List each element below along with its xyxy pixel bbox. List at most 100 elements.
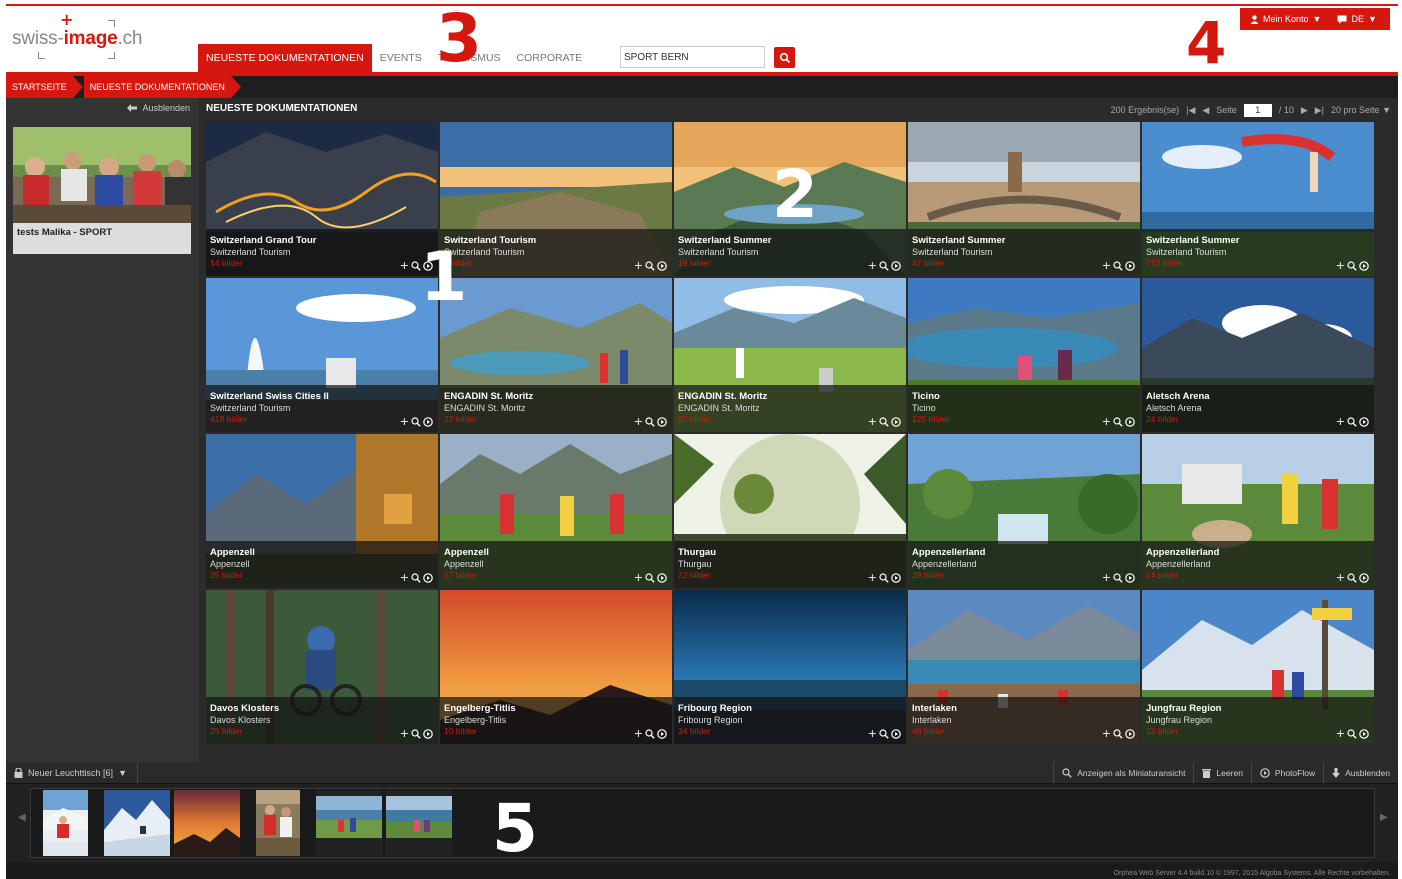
play-icon[interactable] bbox=[1359, 572, 1369, 583]
photoflow-button[interactable]: PhotoFlow bbox=[1250, 762, 1323, 784]
doc-tile[interactable]: Appenzellerland Appenzellerland 28 bilder + bbox=[908, 434, 1140, 588]
play-icon[interactable] bbox=[423, 728, 433, 739]
add-icon[interactable]: + bbox=[1102, 416, 1111, 427]
add-icon[interactable]: + bbox=[1102, 572, 1111, 583]
zoom-icon[interactable] bbox=[1347, 416, 1357, 427]
language-menu[interactable]: DE ▼ bbox=[1321, 14, 1377, 24]
doc-tile[interactable]: Switzerland Tourism Switzerland Tourism 7 … bbox=[440, 122, 672, 276]
doc-tile[interactable]: Aletsch Arena Aletsch Arena 24 bilder + bbox=[1142, 278, 1374, 432]
hide-lightbox-button[interactable]: Ausblenden bbox=[1323, 762, 1398, 784]
play-icon[interactable] bbox=[657, 728, 667, 739]
doc-tile[interactable]: Interlaken Interlaken 48 bilder + bbox=[908, 590, 1140, 744]
add-icon[interactable]: + bbox=[400, 572, 409, 583]
play-icon[interactable] bbox=[1125, 572, 1135, 583]
doc-tile[interactable]: Davos Klosters Davos Klosters 25 bilder + bbox=[206, 590, 438, 744]
play-icon[interactable] bbox=[1125, 416, 1135, 427]
lightbox-item[interactable] bbox=[104, 790, 170, 856]
lightbox-item[interactable] bbox=[174, 790, 240, 856]
doc-tile[interactable]: Engelberg-Titlis Engelberg-Titlis 10 bilde… bbox=[440, 590, 672, 744]
sidebar-doc-card[interactable]: tests Malika - SPORT bbox=[13, 127, 191, 254]
lightbox-item[interactable] bbox=[256, 790, 300, 856]
breadcrumb-neueste-dokumentationen[interactable]: NEUESTE DOKUMENTATIONEN bbox=[83, 76, 242, 98]
play-icon[interactable] bbox=[891, 728, 901, 739]
zoom-icon[interactable] bbox=[1113, 260, 1123, 271]
doc-tile[interactable]: Appenzellerland Appenzellerland 14 bilder + bbox=[1142, 434, 1374, 588]
per-page-select[interactable]: 20 pro Seite ▼ bbox=[1331, 105, 1391, 115]
play-icon[interactable] bbox=[657, 260, 667, 271]
nav-events[interactable]: EVENTS bbox=[372, 44, 430, 72]
doc-tile[interactable]: Switzerland Summer Switzerland Tourism 47 … bbox=[908, 122, 1140, 276]
doc-tile[interactable]: Thurgau Thurgau 22 bilder + bbox=[674, 434, 906, 588]
add-icon[interactable]: + bbox=[868, 728, 877, 739]
search-button[interactable] bbox=[774, 47, 795, 68]
add-icon[interactable]: + bbox=[400, 416, 409, 427]
play-icon[interactable] bbox=[1125, 260, 1135, 271]
lightbox-item[interactable] bbox=[43, 790, 88, 856]
doc-tile[interactable]: Switzerland Swiss Cities II Switzerland T… bbox=[206, 278, 438, 432]
play-icon[interactable] bbox=[1359, 416, 1369, 427]
add-icon[interactable]: + bbox=[1336, 260, 1345, 271]
add-icon[interactable]: + bbox=[1336, 416, 1345, 427]
zoom-icon[interactable] bbox=[879, 416, 889, 427]
next-page-icon[interactable]: ▶ bbox=[1301, 105, 1308, 116]
add-icon[interactable]: + bbox=[400, 728, 409, 739]
doc-tile[interactable]: Jungfrau Region Jungfrau Region 22 bilder + bbox=[1142, 590, 1374, 744]
zoom-icon[interactable] bbox=[411, 728, 421, 739]
play-icon[interactable] bbox=[657, 416, 667, 427]
nav-neueste-dokumentationen[interactable]: NEUESTE DOKUMENTATIONEN bbox=[198, 44, 372, 72]
zoom-icon[interactable] bbox=[879, 728, 889, 739]
add-icon[interactable]: + bbox=[1336, 728, 1345, 739]
play-icon[interactable] bbox=[891, 572, 901, 583]
zoom-icon[interactable] bbox=[411, 572, 421, 583]
search-input[interactable] bbox=[620, 46, 765, 68]
add-icon[interactable]: + bbox=[634, 572, 643, 583]
doc-tile[interactable]: Appenzell Appenzell 25 bilder + bbox=[206, 434, 438, 588]
add-icon[interactable]: + bbox=[634, 260, 643, 271]
hide-sidebar-button[interactable]: Ausblenden bbox=[127, 103, 190, 113]
page-number-input[interactable] bbox=[1243, 103, 1272, 117]
doc-tile[interactable]: Switzerland Summer Switzerland Tourism 773… bbox=[1142, 122, 1374, 276]
doc-tile[interactable]: ENGADIN St. Moritz ENGADIN St. Moritz 55 b… bbox=[674, 278, 906, 432]
play-icon[interactable] bbox=[657, 572, 667, 583]
lightbox-next-icon[interactable]: ▶ bbox=[1380, 812, 1388, 823]
add-icon[interactable]: + bbox=[868, 572, 877, 583]
add-icon[interactable]: + bbox=[1102, 260, 1111, 271]
lightbox-prev-icon[interactable]: ◀ bbox=[18, 812, 26, 823]
play-icon[interactable] bbox=[1359, 728, 1369, 739]
play-icon[interactable] bbox=[1359, 260, 1369, 271]
doc-tile[interactable]: Fribourg Region Fribourg Region 34 bilder + bbox=[674, 590, 906, 744]
lightbox-select[interactable]: Neuer Leuchttisch [6] ▼ bbox=[14, 762, 138, 784]
zoom-icon[interactable] bbox=[645, 260, 655, 271]
add-icon[interactable]: + bbox=[868, 416, 877, 427]
add-icon[interactable]: + bbox=[1336, 572, 1345, 583]
breadcrumb-startseite[interactable]: STARTSEITE bbox=[6, 76, 83, 98]
first-page-icon[interactable]: |◀ bbox=[1186, 105, 1195, 116]
add-icon[interactable]: + bbox=[634, 416, 643, 427]
doc-tile[interactable]: Appenzell Appenzell 17 bilder + bbox=[440, 434, 672, 588]
zoom-icon[interactable] bbox=[1347, 728, 1357, 739]
zoom-icon[interactable] bbox=[645, 416, 655, 427]
zoom-icon[interactable] bbox=[645, 728, 655, 739]
zoom-icon[interactable] bbox=[1347, 572, 1357, 583]
play-icon[interactable] bbox=[423, 416, 433, 427]
site-logo[interactable]: + swiss-image.ch bbox=[6, 12, 156, 64]
prev-page-icon[interactable]: ◀ bbox=[1202, 105, 1209, 116]
add-icon[interactable]: + bbox=[400, 260, 409, 271]
zoom-icon[interactable] bbox=[1113, 572, 1123, 583]
lightbox-item[interactable] bbox=[386, 790, 452, 856]
add-icon[interactable]: + bbox=[868, 260, 877, 271]
zoom-icon[interactable] bbox=[1113, 416, 1123, 427]
zoom-icon[interactable] bbox=[879, 572, 889, 583]
nav-corporate[interactable]: CORPORATE bbox=[509, 44, 591, 72]
play-icon[interactable] bbox=[891, 260, 901, 271]
doc-tile[interactable]: ENGADIN St. Moritz ENGADIN St. Moritz 27 b… bbox=[440, 278, 672, 432]
lightbox-item[interactable] bbox=[316, 790, 382, 856]
zoom-icon[interactable] bbox=[645, 572, 655, 583]
doc-tile[interactable]: Switzerland Grand Tour Switzerland Touris… bbox=[206, 122, 438, 276]
doc-tile[interactable]: Ticino Ticino 125 bilder + bbox=[908, 278, 1140, 432]
zoom-icon[interactable] bbox=[411, 416, 421, 427]
thumbnail-view-button[interactable]: Anzeigen als Miniaturansicht bbox=[1053, 762, 1193, 784]
add-icon[interactable]: + bbox=[1102, 728, 1111, 739]
zoom-icon[interactable] bbox=[1347, 260, 1357, 271]
play-icon[interactable] bbox=[891, 416, 901, 427]
